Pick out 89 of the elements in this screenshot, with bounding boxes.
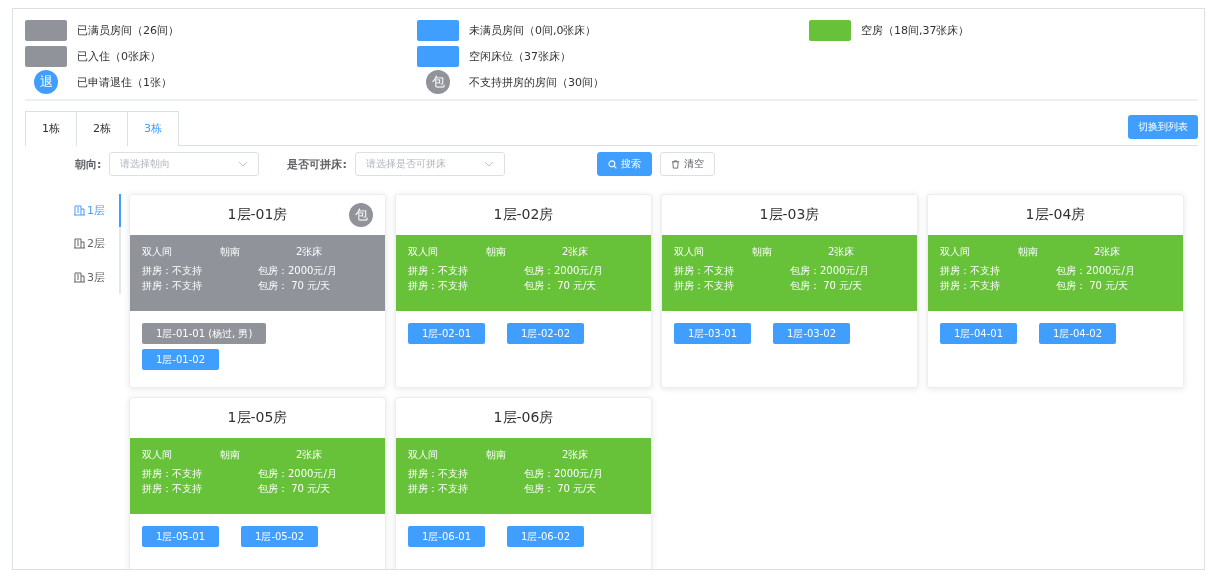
- building-icon: [74, 238, 85, 250]
- search-icon: [607, 159, 617, 169]
- legend-label: 已申请退住（1张）: [77, 74, 172, 90]
- building-tab[interactable]: 2栋: [76, 112, 127, 146]
- room-badge: 包: [349, 203, 373, 227]
- room-info-text: 2张床: [562, 448, 590, 462]
- filter-label: 朝向:: [75, 156, 102, 172]
- room-info-text: 拼房：不支持: [674, 264, 735, 278]
- room-info-text: 包房： 70 元/天: [790, 279, 864, 293]
- bed-button[interactable]: 1层-03-01: [674, 323, 752, 344]
- room-info-text: 拼房：不支持: [940, 264, 1001, 278]
- room-title: 1层-06房: [493, 409, 554, 427]
- room-info-text: 拼房：不支持: [674, 279, 735, 293]
- room-info-text: 双人间: [940, 245, 971, 259]
- filter-label: 是否可拼床:: [287, 156, 347, 172]
- bed-button[interactable]: 1层-04-02: [1039, 323, 1117, 344]
- room-title: 1层-01房: [227, 206, 288, 224]
- clear-button[interactable]: 清空: [659, 152, 715, 176]
- room-info-text: 双人间: [408, 245, 439, 259]
- room-info-text: 朝南: [220, 448, 241, 462]
- building-icon: [74, 271, 85, 283]
- bed-button[interactable]: 1层-01-01 (杨过, 男): [142, 323, 267, 344]
- legend-label: 已入住（0张床）: [77, 48, 161, 64]
- bed-button[interactable]: 1层-06-01: [408, 526, 486, 547]
- room-info-text: 包房：2000元/月: [524, 264, 604, 278]
- room-info-text: 拼房：不支持: [142, 482, 203, 496]
- room-title: 1层-03房: [759, 206, 820, 224]
- bed-button[interactable]: 1层-06-02: [507, 526, 585, 547]
- room-info-text: 双人间: [142, 448, 173, 462]
- legend-badge: 退: [34, 70, 58, 94]
- filter-select[interactable]: 请选择朝向: [109, 152, 260, 176]
- floor-tab[interactable]: 3层: [74, 260, 121, 294]
- room-info-text: 双人间: [674, 245, 705, 259]
- room-info-text: 包房：2000元/月: [790, 264, 870, 278]
- room-title: 1层-05房: [227, 409, 288, 427]
- room-info-text: 朝南: [486, 245, 507, 259]
- room-info-text: 包房：2000元/月: [258, 467, 338, 481]
- room-info-text: 拼房：不支持: [142, 264, 203, 278]
- room-info-text: 拼房：不支持: [408, 264, 469, 278]
- bed-button[interactable]: 1层-04-01: [940, 323, 1018, 344]
- filter-select[interactable]: 请选择是否可拼床: [354, 152, 505, 176]
- room-info-text: 双人间: [142, 245, 173, 259]
- legend-label: 空房（18间,37张床）: [861, 22, 970, 38]
- room-info-text: 包房：2000元/月: [524, 467, 604, 481]
- building-icon: [74, 205, 85, 217]
- building-tab[interactable]: 3栋: [127, 112, 178, 146]
- chevron-down-icon: [238, 161, 249, 167]
- room-title: 1层-02房: [493, 206, 554, 224]
- legend-label: 空闲床位（37张床）: [469, 48, 571, 64]
- room-info-text: 包房： 70 元/天: [258, 279, 332, 293]
- trash-icon: [670, 159, 680, 169]
- room-info-text: 2张床: [828, 245, 856, 259]
- room-info-text: 拼房：不支持: [940, 279, 1001, 293]
- legend-label: 未满员房间（0间,0张床）: [469, 22, 597, 38]
- switch-to-list-button[interactable]: 切换到列表: [1128, 115, 1198, 139]
- room-info-text: 拼房：不支持: [408, 467, 469, 481]
- room-info-text: 包房： 70 元/天: [524, 482, 598, 496]
- legend-label: 不支持拼房的房间（30间）: [469, 74, 604, 90]
- room-info-text: 包房： 70 元/天: [524, 279, 598, 293]
- room-info-text: 2张床: [296, 448, 324, 462]
- bed-button[interactable]: 1层-05-02: [241, 526, 319, 547]
- legend-badge: 包: [426, 70, 450, 94]
- room-info-text: 拼房：不支持: [408, 279, 469, 293]
- room-info-text: 朝南: [752, 245, 773, 259]
- room-info-text: 朝南: [220, 245, 241, 259]
- room-info-text: 2张床: [296, 245, 324, 259]
- chevron-down-icon: [483, 161, 494, 167]
- room-info-text: 包房：2000元/月: [1056, 264, 1136, 278]
- room-info-text: 拼房：不支持: [408, 482, 469, 496]
- room-info-text: 拼房：不支持: [142, 279, 203, 293]
- room-info-text: 朝南: [486, 448, 507, 462]
- room-info-text: 2张床: [1094, 245, 1122, 259]
- room-info-text: 包房： 70 元/天: [258, 482, 332, 496]
- room-info-text: 拼房：不支持: [142, 467, 203, 481]
- floor-tab[interactable]: 1层: [74, 194, 121, 228]
- room-info-text: 包房：2000元/月: [258, 264, 338, 278]
- room-info-text: 朝南: [1018, 245, 1039, 259]
- room-info-text: 包房： 70 元/天: [1056, 279, 1130, 293]
- bed-button[interactable]: 1层-03-02: [773, 323, 851, 344]
- floor-tab[interactable]: 2层: [74, 227, 121, 261]
- search-button[interactable]: 搜索: [596, 152, 652, 176]
- bed-button[interactable]: 1层-05-01: [142, 526, 220, 547]
- room-info-text: 2张床: [562, 245, 590, 259]
- room-title: 1层-04房: [1025, 206, 1086, 224]
- room-info-text: 双人间: [408, 448, 439, 462]
- bed-button[interactable]: 1层-02-02: [507, 323, 585, 344]
- bed-button[interactable]: 1层-02-01: [408, 323, 486, 344]
- legend-label: 已满员房间（26间）: [77, 22, 179, 38]
- bed-button[interactable]: 1层-01-02: [142, 349, 220, 370]
